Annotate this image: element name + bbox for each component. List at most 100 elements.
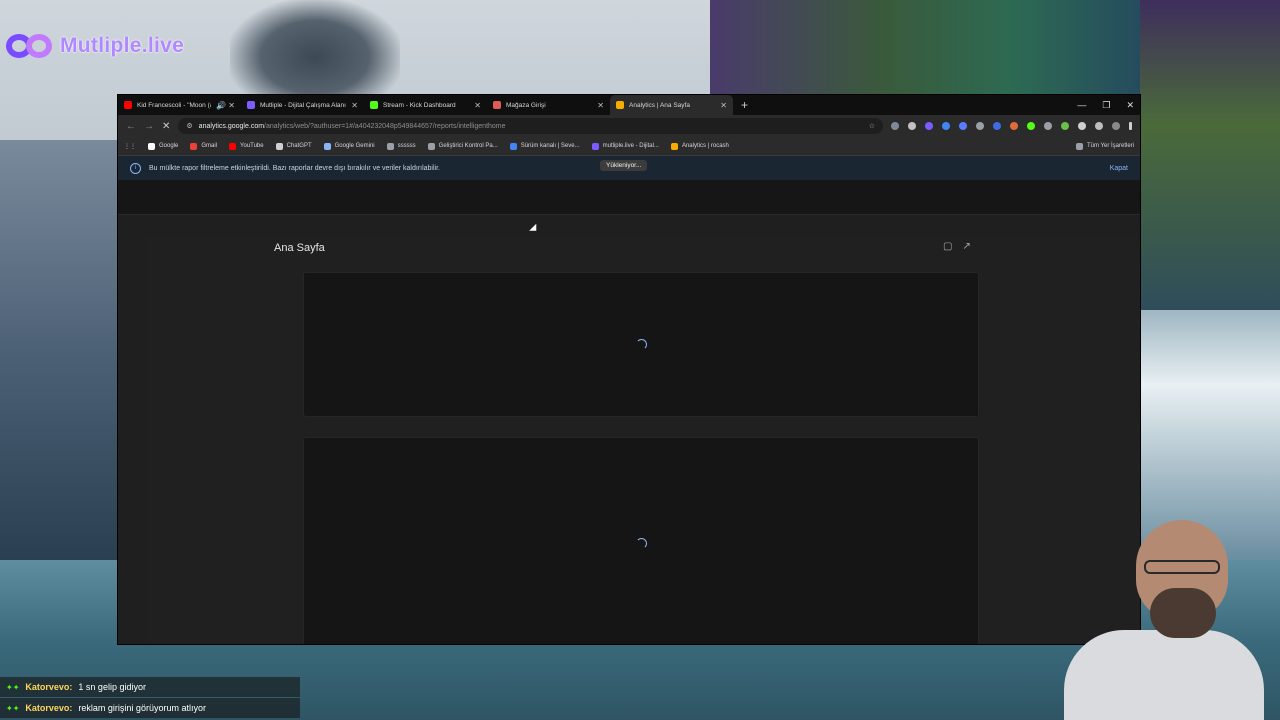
chat-badge-icon: ✦✦	[6, 682, 20, 692]
loading-chip: Yükleniyor...	[600, 160, 648, 171]
webcam-person-shirt	[1064, 630, 1264, 720]
youtube-icon	[229, 142, 237, 150]
download-icon[interactable]	[976, 122, 984, 130]
extension-icon[interactable]	[908, 122, 916, 130]
background-cliff-right	[1140, 0, 1280, 310]
tab-title: Mağaza Girişi	[506, 101, 546, 109]
extension-icon[interactable]	[942, 122, 950, 130]
apps-grid-icon[interactable]: ⋮⋮	[124, 143, 136, 150]
gmail-icon	[190, 142, 198, 150]
media-icon[interactable]	[1112, 122, 1120, 130]
chat-message: ✦✦ Katorvevo: reklam girişini görüyorum …	[0, 698, 300, 718]
tab-title: Stream - Kick Dashboard	[383, 101, 456, 109]
bookmark-label: Geliştirici Kontrol Pa...	[438, 143, 498, 149]
chrome-icon	[509, 142, 517, 150]
stream-logo: Mutliple.live	[6, 30, 184, 62]
close-window-icon[interactable]: ✕	[1126, 100, 1134, 111]
all-bookmarks[interactable]: Tüm Yer İşaretleri	[1075, 142, 1134, 150]
tab-kick-dashboard[interactable]: Stream - Kick Dashboard ✕	[364, 95, 487, 115]
close-icon[interactable]: ✕	[720, 101, 727, 110]
bookmark-label: ChatGPT	[286, 143, 312, 149]
stop-loading-icon[interactable]: ✕	[162, 121, 170, 132]
extension-icon[interactable]	[925, 122, 933, 130]
tab-title: Analytics | Ana Sayfa	[629, 101, 690, 109]
bookmark-gmail[interactable]: Gmail	[190, 142, 217, 150]
bookmark-label: Sürüm kanalı | Seve...	[520, 143, 580, 149]
chat-username: Katorvevo:	[25, 703, 73, 713]
bookmark-folder-ssssss[interactable]: ssssss	[386, 142, 416, 150]
background-foliage	[710, 0, 1140, 95]
bookmark-label: ssssss	[397, 143, 416, 149]
mutliple-icon	[591, 142, 599, 150]
edit-note-icon[interactable]: ▢	[943, 241, 952, 252]
close-icon[interactable]: 🔊 ✕	[216, 101, 235, 110]
bookmark-label: Analytics | rocash	[681, 143, 729, 149]
webcam-person-glasses	[1144, 560, 1220, 574]
close-icon[interactable]: ✕	[474, 101, 481, 110]
profile-icon[interactable]	[1095, 122, 1103, 130]
url-host: analytics.google.com	[198, 122, 265, 130]
menu-icon[interactable]	[1129, 122, 1132, 130]
insights-icon[interactable]: ↗	[962, 241, 970, 252]
stream-logo-text: Mutliple.live	[60, 34, 185, 57]
minimize-icon[interactable]: —	[1077, 100, 1086, 110]
window-controls: — ❐ ✕	[1077, 95, 1134, 115]
close-icon[interactable]: ✕	[351, 101, 358, 110]
loading-spinner-icon	[636, 339, 647, 350]
gemini-icon	[323, 142, 331, 150]
background-tree	[230, 0, 400, 95]
webcam-overlay	[1040, 520, 1280, 720]
extension-icon[interactable]	[1061, 122, 1069, 130]
bookmark-label: YouTube	[240, 143, 264, 149]
bookmark-chatgpt[interactable]: ChatGPT	[275, 142, 312, 150]
analytics-app-bar	[118, 180, 1140, 215]
bookmark-youtube[interactable]: YouTube	[229, 142, 264, 150]
bookmarks-bar: ⋮⋮ Google Gmail YouTube ChatGPT Google G…	[118, 137, 1140, 156]
banner-close-button[interactable]: Kapat	[1110, 165, 1128, 172]
bookmark-release-channel[interactable]: Sürüm kanalı | Seve...	[509, 142, 580, 150]
loading-card	[303, 272, 979, 417]
tab-mutliple[interactable]: Mutliple - Dijital Çalışma Alanı ✕	[241, 95, 364, 115]
chatgpt-icon	[275, 142, 283, 150]
url-path: /analytics/web/?authuser=1#/a404232048p5…	[264, 122, 506, 130]
bookmark-label: Tüm Yer İşaretleri	[1086, 143, 1134, 149]
extension-icon[interactable]	[891, 122, 899, 130]
folder-icon	[1075, 142, 1083, 150]
loading-spinner-icon	[636, 538, 647, 549]
tab-kid-francescoli[interactable]: Kid Francescoli - "Moon (a 🔊 ✕	[118, 95, 241, 115]
site-info-icon[interactable]: ⚙	[186, 122, 192, 130]
tab-strip: Kid Francescoli - "Moon (a 🔊 ✕ Mutliple …	[118, 95, 1140, 115]
maximize-icon[interactable]: ❐	[1102, 100, 1110, 111]
youtube-favicon-icon	[124, 101, 132, 109]
tab-analytics[interactable]: Analytics | Ana Sayfa ✕	[610, 95, 733, 115]
extension-icon[interactable]	[959, 122, 967, 130]
store-favicon-icon	[493, 101, 501, 109]
extension-icon[interactable]	[993, 122, 1001, 130]
bookmark-star-icon[interactable]: ☆	[869, 122, 875, 130]
chat-badge-icon: ✦✦	[6, 703, 20, 713]
filter-info-banner: i Bu mülkte rapor filtreleme etkinleştir…	[118, 156, 1140, 180]
forward-icon[interactable]: →	[144, 121, 154, 132]
extension-icon[interactable]	[1010, 122, 1018, 130]
address-bar[interactable]: ⚙ analytics.google.com/analytics/web/?au…	[178, 118, 883, 134]
back-icon[interactable]: ←	[126, 121, 136, 132]
bookmark-mutliple[interactable]: mutliple.live - Dijital...	[591, 142, 659, 150]
bookmark-analytics-rocash[interactable]: Analytics | rocash	[670, 142, 729, 150]
bookmark-label: Google	[159, 143, 179, 149]
new-tab-icon[interactable]: +	[741, 98, 748, 112]
page-title: Ana Sayfa	[274, 242, 325, 254]
background-cliff-left	[0, 140, 118, 560]
bookmark-google[interactable]: Google	[148, 142, 179, 150]
bookmark-developer-console[interactable]: Geliştirici Kontrol Pa...	[427, 142, 498, 150]
puzzle-extensions-icon[interactable]	[1078, 122, 1086, 130]
extension-icon[interactable]	[1027, 122, 1035, 130]
browser-toolbar: ← → ✕ ⚙ analytics.google.com/analytics/w…	[118, 115, 1140, 137]
chat-text: reklam girişini görüyorum atlıyor	[78, 703, 206, 713]
bookmark-gemini[interactable]: Google Gemini	[323, 142, 375, 150]
banner-text: Bu mülkte rapor filtreleme etkinleştiril…	[149, 164, 440, 172]
close-icon[interactable]: ✕	[597, 101, 604, 110]
tab-magaza-girisi[interactable]: Mağaza Girişi ✕	[487, 95, 610, 115]
folder-icon	[386, 142, 394, 150]
webcam-person-beard	[1150, 588, 1216, 638]
extension-icon[interactable]	[1044, 122, 1052, 130]
